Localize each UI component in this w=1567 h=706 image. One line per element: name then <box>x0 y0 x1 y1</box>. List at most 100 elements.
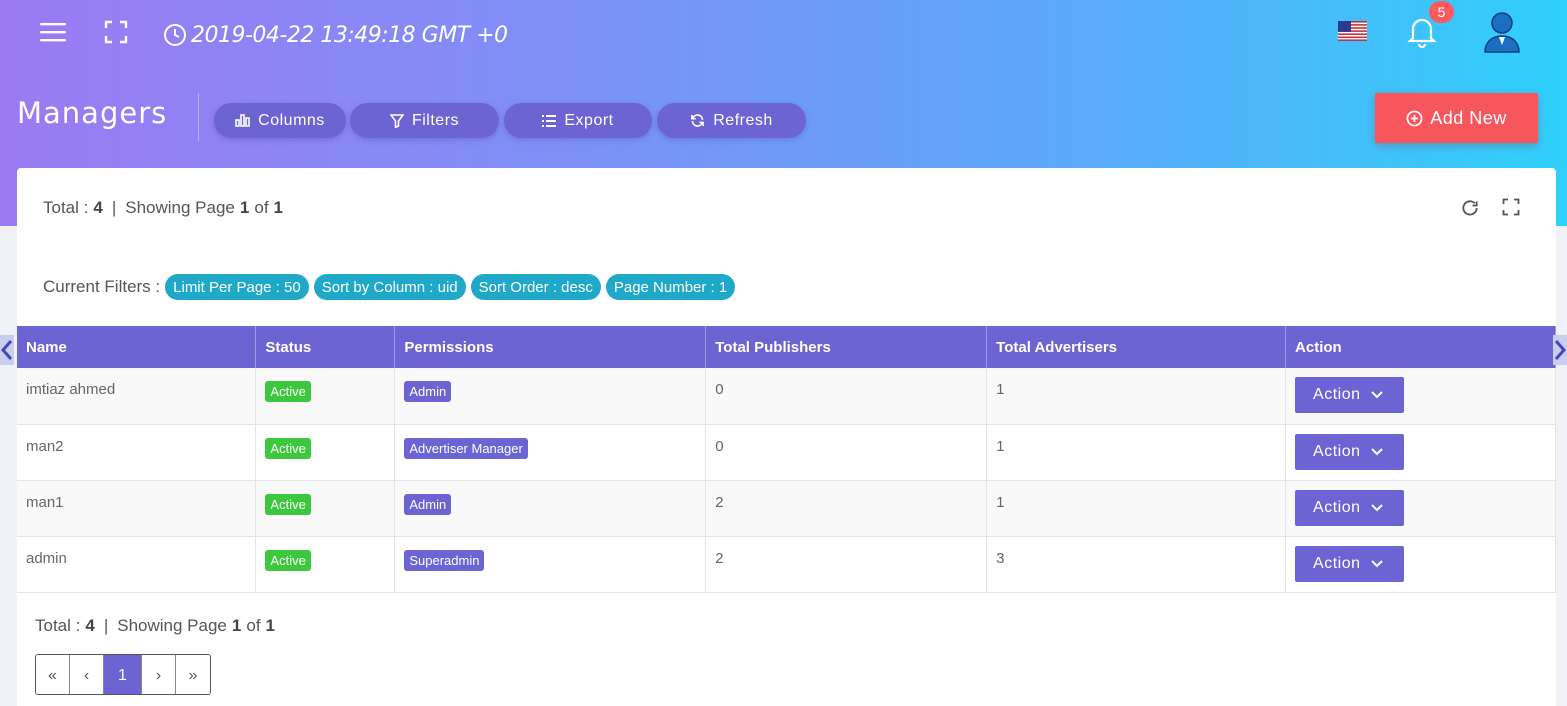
cell-total-advertisers: 1 <box>986 480 1287 537</box>
table-row: admin Active Superadmin 2 3 Action <box>17 536 1556 593</box>
cell-name: man1 <box>17 480 257 537</box>
fullscreen-icon[interactable] <box>102 18 130 46</box>
user-avatar-icon[interactable] <box>1482 10 1522 54</box>
summary-separator: | <box>111 198 117 217</box>
cell-action: Action <box>1285 368 1556 425</box>
card-fullscreen-icon[interactable] <box>1502 198 1522 218</box>
total-label: Total : <box>35 616 81 635</box>
current-page: 1 <box>231 616 242 635</box>
table-row: man1 Active Admin 2 1 Action <box>17 480 1556 537</box>
clock-icon <box>164 24 186 46</box>
cell-action: Action <box>1285 424 1556 481</box>
columns-button[interactable]: Columns <box>214 103 346 138</box>
of-label: of <box>254 198 269 217</box>
status-badge: Active <box>265 381 311 402</box>
chevron-down-icon <box>1370 447 1383 455</box>
list-icon <box>542 114 557 127</box>
action-label: Action <box>1313 554 1361 572</box>
column-header-total-publishers[interactable]: Total Publishers <box>705 326 988 368</box>
add-new-label: Add New <box>1430 107 1507 128</box>
export-button[interactable]: Export <box>504 103 652 138</box>
pagination-current-page[interactable]: 1 <box>104 655 142 694</box>
columns-label: Columns <box>258 111 325 129</box>
action-dropdown-button[interactable]: Action <box>1295 489 1405 526</box>
us-flag-icon[interactable] <box>1338 21 1367 41</box>
datetime-text: 2019-04-22 13:49:18 GMT +0 <box>191 22 508 48</box>
showing-label: Showing Page <box>117 616 227 635</box>
column-header-status[interactable]: Status <box>255 326 396 368</box>
status-badge: Active <box>265 493 311 515</box>
action-dropdown-button[interactable]: Action <box>1295 545 1405 582</box>
managers-table: Name Status Permissions Total Publishers… <box>17 326 1556 593</box>
cell-total-publishers: 2 <box>705 536 988 593</box>
pagination-first[interactable]: « <box>36 655 70 694</box>
showing-label: Showing Page <box>125 198 235 217</box>
export-label: Export <box>564 111 614 129</box>
card-refresh-icon[interactable] <box>1460 198 1480 218</box>
action-label: Action <box>1313 386 1361 403</box>
add-new-button[interactable]: Add New <box>1375 93 1538 143</box>
hamburger-menu-icon[interactable] <box>38 20 68 44</box>
column-header-name[interactable]: Name <box>17 326 257 368</box>
column-header-permissions[interactable]: Permissions <box>394 326 707 368</box>
scroll-left-arrow-icon[interactable] <box>0 335 14 365</box>
filter-chip: Limit Per Page : 50 <box>165 274 309 300</box>
pagination-next[interactable]: › <box>142 655 176 694</box>
permission-badge: Admin <box>404 493 452 515</box>
total-label: Total : <box>43 198 89 217</box>
summary-separator: | <box>103 616 109 635</box>
filter-chip: Sort Order : desc <box>470 274 601 300</box>
current-filters-label: Current Filters : <box>43 277 161 296</box>
plus-circle-icon <box>1406 110 1423 126</box>
action-label: Action <box>1313 498 1361 516</box>
cell-permissions: Admin <box>394 480 707 537</box>
pagination-prev[interactable]: ‹ <box>70 655 104 694</box>
cell-name: imtiaz ahmed <box>17 368 257 425</box>
table-row: man2 Active Advertiser Manager 0 1 Actio… <box>17 424 1556 481</box>
top-bar: 2019-04-22 13:49:18 GMT +0 5 <box>0 0 1567 70</box>
scroll-right-arrow-icon[interactable] <box>1553 335 1567 365</box>
total-count: 4 <box>93 198 103 217</box>
cell-action: Action <box>1285 536 1556 593</box>
cell-name: admin <box>17 536 257 593</box>
refresh-button[interactable]: Refresh <box>657 103 806 138</box>
page-count: 1 <box>273 198 284 217</box>
filters-button[interactable]: Filters <box>350 103 499 138</box>
chevron-down-icon <box>1370 391 1383 399</box>
cell-status: Active <box>255 368 396 425</box>
table-header-row: Name Status Permissions Total Publishers… <box>17 326 1556 368</box>
cell-total-advertisers: 1 <box>986 368 1287 425</box>
status-badge: Active <box>265 437 311 459</box>
cell-permissions: Admin <box>394 368 707 425</box>
cell-status: Active <box>255 424 396 481</box>
of-label: of <box>246 616 261 635</box>
action-dropdown-button[interactable]: Action <box>1295 433 1405 470</box>
column-header-total-advertisers[interactable]: Total Advertisers <box>986 326 1287 368</box>
notification-badge: 5 <box>1429 1 1454 23</box>
cell-total-publishers: 0 <box>705 424 988 481</box>
action-dropdown-button[interactable]: Action <box>1295 377 1405 413</box>
current-filters: Current Filters : Limit Per Page : 50 So… <box>43 274 736 300</box>
filters-label: Filters <box>411 111 460 129</box>
bar-chart-icon <box>235 114 250 127</box>
managers-card: Total : 4 | Showing Page 1 of 1 Current … <box>17 168 1556 706</box>
summary-top: Total : 4 | Showing Page 1 of 1 <box>43 198 283 218</box>
permission-badge: Superadmin <box>404 549 485 571</box>
pagination-last[interactable]: » <box>176 655 210 694</box>
cell-total-publishers: 2 <box>705 480 988 537</box>
total-count: 4 <box>85 616 95 635</box>
cell-permissions: Superadmin <box>394 536 707 593</box>
cell-total-advertisers: 1 <box>986 424 1287 481</box>
cell-total-publishers: 0 <box>705 368 988 425</box>
cell-status: Active <box>255 536 396 593</box>
column-header-action[interactable]: Action <box>1285 326 1556 368</box>
page-count: 1 <box>265 616 276 635</box>
cell-status: Active <box>255 480 396 537</box>
action-label: Action <box>1313 442 1361 460</box>
chevron-down-icon <box>1370 559 1383 567</box>
filter-chip: Sort by Column : uid <box>313 274 466 300</box>
refresh-label: Refresh <box>713 111 773 129</box>
cell-total-advertisers: 3 <box>986 536 1287 593</box>
filter-icon <box>389 113 404 128</box>
refresh-icon <box>691 114 705 127</box>
